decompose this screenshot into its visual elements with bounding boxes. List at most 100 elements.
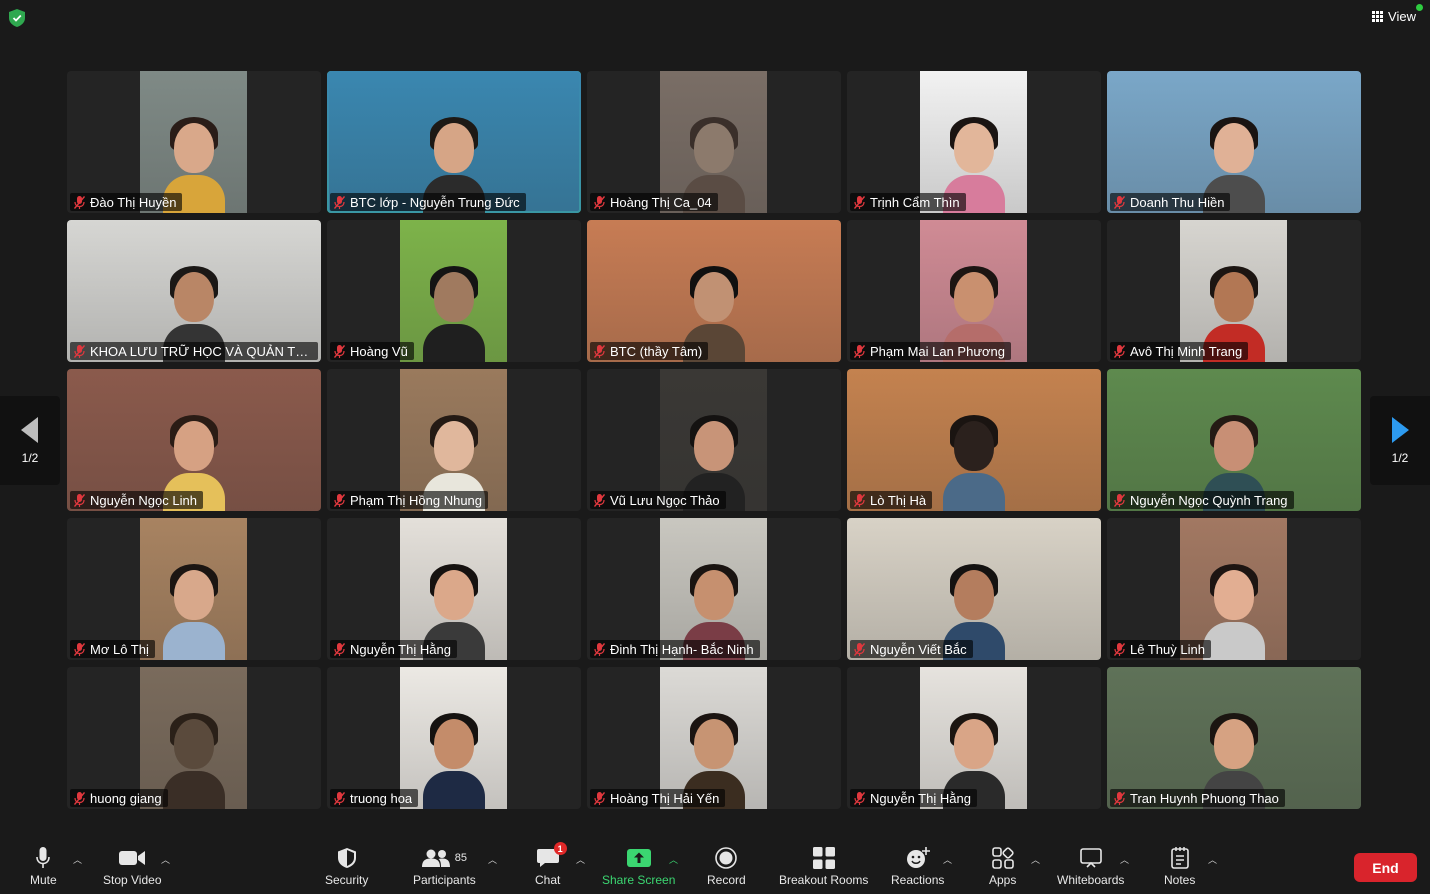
participant-name: Tran Huynh Phuong Thao — [1130, 790, 1279, 806]
participant-name-label: Nguyễn Ngọc Quỳnh Trang — [1110, 491, 1294, 509]
participant-tile[interactable]: Hoàng Thị Ca_04 — [587, 71, 841, 213]
reactions-options-chevron-icon[interactable]: ︿ — [943, 853, 952, 866]
participant-video — [847, 369, 1101, 511]
participant-name: Phạm Mai Lan Phương — [870, 343, 1006, 359]
participant-tile[interactable]: KHOA LƯU TRỮ HỌC VÀ QUẢN TRỊ VĂ... — [67, 220, 321, 362]
share-screen-label: Share Screen — [602, 873, 676, 887]
apps-options-chevron-icon[interactable]: ︿ — [1031, 853, 1040, 866]
record-button[interactable]: Record — [707, 846, 746, 887]
participant-name-label: BTC (thầy Tâm) — [590, 342, 709, 360]
participant-tile[interactable]: Avô Thị Minh Trang — [1107, 220, 1361, 362]
share-options-chevron-icon[interactable]: ︿ — [669, 853, 678, 866]
participant-tile[interactable]: Nguyễn Ngọc Linh — [67, 369, 321, 511]
participant-tile[interactable]: Đào Thị Huyền — [67, 71, 321, 213]
whiteboards-button[interactable]: Whiteboards — [1057, 846, 1124, 887]
participant-name-label: Tran Huynh Phuong Thao — [1110, 789, 1285, 807]
participant-tile[interactable]: Phạm Mai Lan Phương — [847, 220, 1101, 362]
participant-tile[interactable]: Nguyễn Ngọc Quỳnh Trang — [1107, 369, 1361, 511]
share-screen-button[interactable]: Share Screen — [602, 846, 675, 887]
participants-options-chevron-icon[interactable]: ︿ — [488, 853, 497, 866]
video-options-chevron-icon[interactable]: ︿ — [161, 853, 170, 866]
mic-muted-icon — [594, 642, 605, 656]
participant-tile[interactable]: Tran Huynh Phuong Thao — [1107, 667, 1361, 809]
participant-tile[interactable]: Hoàng Vũ — [327, 220, 581, 362]
arrow-right-icon — [1392, 416, 1409, 443]
whiteboards-label: Whiteboards — [1057, 873, 1125, 887]
participant-name: Nguyễn Ngọc Linh — [90, 492, 197, 508]
mic-muted-icon — [594, 344, 605, 358]
stop-video-label: Stop Video — [103, 873, 162, 887]
participant-video — [327, 71, 581, 213]
participant-video — [1107, 369, 1361, 511]
participant-name-label: Nguyễn Thị Hằng — [330, 640, 457, 658]
mute-button[interactable]: Mute — [30, 846, 57, 887]
breakout-rooms-button[interactable]: Breakout Rooms — [779, 846, 868, 887]
mic-muted-icon — [334, 195, 345, 209]
participant-figure — [943, 411, 1005, 511]
reactions-button[interactable]: Reactions — [891, 846, 944, 887]
mic-muted-icon — [1114, 791, 1125, 805]
participant-video — [660, 369, 767, 511]
mic-muted-icon — [74, 195, 85, 209]
participant-name: Vũ Lưu Ngọc Thảo — [610, 492, 720, 508]
grid-view-icon — [1372, 11, 1384, 22]
view-button[interactable]: View — [1372, 4, 1423, 24]
participant-video — [1180, 220, 1287, 362]
participant-name: BTC lớp - Nguyễn Trung Đức — [350, 194, 520, 210]
notes-icon — [1170, 847, 1189, 869]
participant-name: Đào Thị Huyền — [90, 194, 177, 210]
participant-name-label: Đào Thị Huyền — [70, 193, 183, 211]
participant-name: Hoàng Thị Hải Yến — [610, 790, 720, 806]
security-shield-icon — [9, 9, 25, 27]
participant-tile[interactable]: Doanh Thu Hiền — [1107, 71, 1361, 213]
participant-video — [1107, 71, 1361, 213]
participant-tile[interactable]: Trịnh Cẩm Thìn — [847, 71, 1101, 213]
chat-options-chevron-icon[interactable]: ︿ — [576, 853, 585, 866]
notes-options-chevron-icon[interactable]: ︿ — [1208, 853, 1217, 866]
participant-tile[interactable]: truong hoa — [327, 667, 581, 809]
participant-name: Phạm Thị Hồng Nhung — [350, 492, 483, 508]
participant-name-label: Phạm Thị Hồng Nhung — [330, 491, 489, 509]
participant-video — [140, 71, 247, 213]
mic-muted-icon — [854, 344, 865, 358]
participant-figure — [162, 560, 225, 660]
participant-tile[interactable]: Nguyễn Thị Hằng — [847, 667, 1101, 809]
breakout-rooms-icon — [812, 847, 835, 869]
participants-count: 85 — [454, 852, 467, 864]
stop-video-button[interactable]: Stop Video — [103, 846, 162, 887]
next-page-button[interactable]: 1/2 — [1370, 396, 1430, 485]
mute-options-chevron-icon[interactable]: ︿ — [73, 853, 82, 866]
gallery-grid: Đào Thị Huyền BTC lớp - Nguyễn Trung Đức H… — [67, 71, 1363, 811]
participant-tile[interactable]: Nguyễn Viết Bắc — [847, 518, 1101, 660]
participant-tile[interactable]: BTC lớp - Nguyễn Trung Đức — [327, 71, 581, 213]
participant-tile[interactable]: Phạm Thị Hồng Nhung — [327, 369, 581, 511]
chat-button[interactable]: 1 Chat — [535, 842, 567, 887]
participant-name: Nguyễn Ngọc Quỳnh Trang — [1130, 492, 1288, 508]
participant-tile[interactable]: Hoàng Thị Hải Yến — [587, 667, 841, 809]
whiteboard-icon — [1079, 848, 1102, 868]
end-meeting-button[interactable]: End — [1354, 853, 1417, 882]
apps-button[interactable]: Apps — [989, 846, 1016, 887]
prev-page-button[interactable]: 1/2 — [0, 396, 60, 485]
apps-label: Apps — [989, 873, 1017, 887]
participant-tile[interactable]: Lò Thị Hà — [847, 369, 1101, 511]
participant-figure — [1202, 560, 1265, 660]
notes-button[interactable]: Notes — [1164, 846, 1195, 887]
smiley-plus-icon — [906, 847, 930, 868]
security-button[interactable]: Security — [325, 846, 368, 887]
participant-name: Nguyễn Thị Hằng — [350, 641, 451, 657]
whiteboards-options-chevron-icon[interactable]: ︿ — [1120, 853, 1129, 866]
participant-name: Doanh Thu Hiền — [1130, 194, 1225, 210]
participant-tile[interactable]: Vũ Lưu Ngọc Thảo — [587, 369, 841, 511]
participants-button[interactable]: 85 Participants — [413, 846, 476, 887]
participant-tile[interactable]: Mơ Lô Thị — [67, 518, 321, 660]
participant-name-label: Phạm Mai Lan Phương — [850, 342, 1012, 360]
participant-tile[interactable]: BTC (thầy Tâm) — [587, 220, 841, 362]
participant-tile[interactable]: Lê Thuỳ Linh — [1107, 518, 1361, 660]
mic-muted-icon — [334, 493, 345, 507]
participant-tile[interactable]: huong giang — [67, 667, 321, 809]
participant-name: Hoàng Thị Ca_04 — [610, 194, 712, 210]
page-indicator-left: 1/2 — [21, 450, 39, 465]
participant-tile[interactable]: Nguyễn Thị Hằng — [327, 518, 581, 660]
participant-tile[interactable]: Đinh Thị Hạnh- Bắc Ninh — [587, 518, 841, 660]
